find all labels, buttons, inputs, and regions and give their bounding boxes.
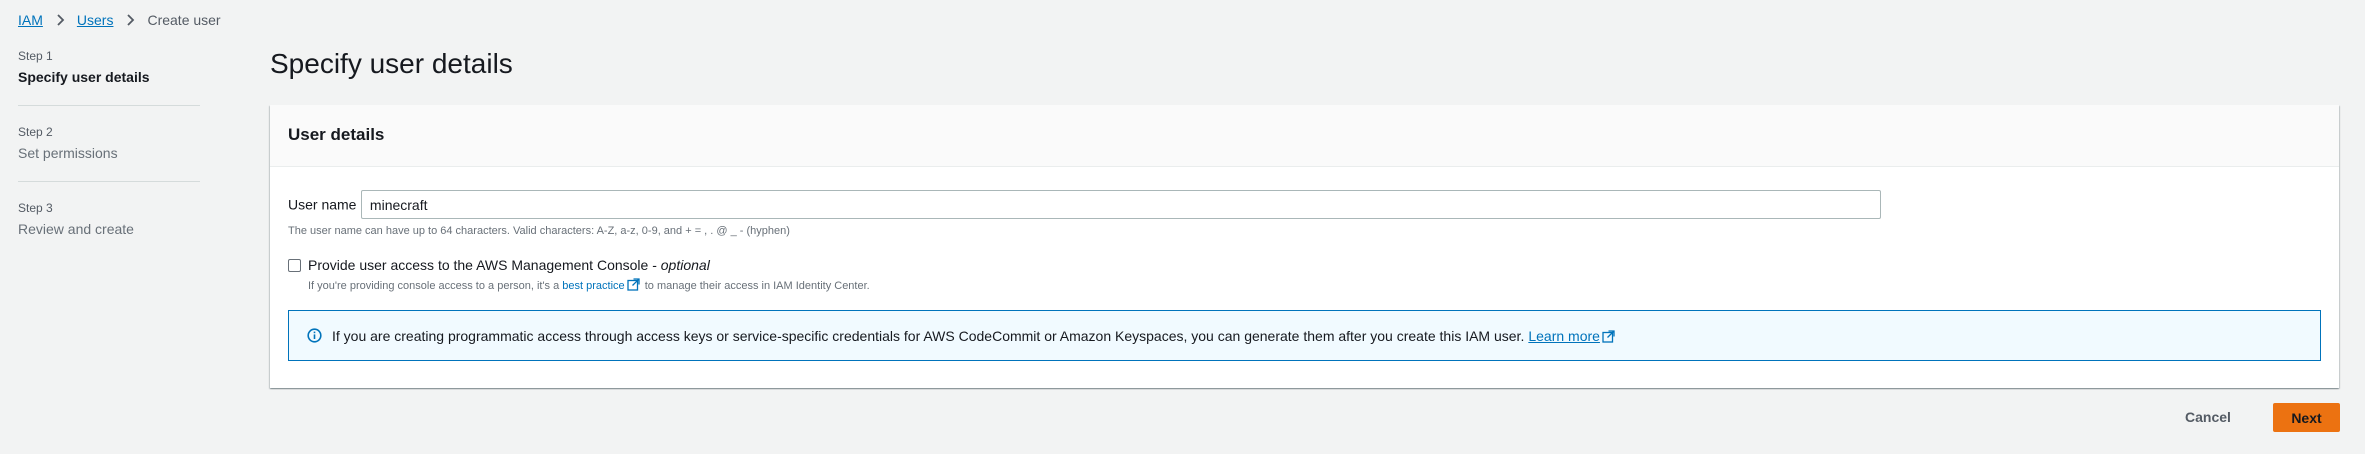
wizard-step-3: Step 3 Review and create: [18, 200, 200, 257]
info-alert-message: If you are creating programmatic access …: [332, 328, 1617, 344]
username-label: User name: [288, 196, 357, 213]
step-title: Review and create: [18, 221, 134, 237]
cancel-button[interactable]: Cancel: [2185, 403, 2231, 431]
panel-body: User name The user name can have up to 6…: [270, 167, 2339, 361]
learn-more-link[interactable]: Learn more: [1528, 328, 1600, 344]
step-title: Specify user details: [18, 69, 150, 85]
step-title: Set permissions: [18, 145, 118, 161]
next-button[interactable]: Next: [2273, 403, 2340, 432]
username-input[interactable]: [360, 190, 1881, 219]
external-link-icon[interactable]: [627, 278, 640, 291]
console-access-text: Provide user access to the AWS Managemen…: [308, 257, 870, 292]
external-link-icon[interactable]: [1602, 329, 1615, 343]
best-practice-link[interactable]: best practice: [562, 280, 624, 292]
wizard-step-1: Step 1 Specify user details: [18, 48, 200, 106]
panel-title: User details: [288, 125, 385, 144]
info-alert-text: If you are creating programmatic access …: [332, 327, 1525, 344]
optional-tag: optional: [660, 257, 710, 273]
panel-header: User details: [270, 105, 2339, 167]
breadcrumb-iam-link[interactable]: IAM: [18, 12, 43, 28]
console-access-label-text: Provide user access to the AWS Managemen…: [308, 257, 661, 273]
info-icon: [307, 328, 322, 343]
page-title: Specify user details: [270, 48, 513, 79]
username-hint: The user name can have up to 64 characte…: [288, 225, 790, 237]
console-access-description: If you're providing console access to a …: [308, 278, 870, 292]
breadcrumb-users-link[interactable]: Users: [77, 12, 114, 28]
console-desc-after: to manage their access in IAM Identity C…: [641, 280, 870, 292]
user-details-panel: User details User name The user name can…: [270, 105, 2339, 388]
step-number: Step 1: [18, 49, 53, 63]
console-access-label[interactable]: Provide user access to the AWS Managemen…: [308, 257, 870, 274]
wizard-step-2: Step 2 Set permissions: [18, 124, 200, 182]
info-alert: If you are creating programmatic access …: [288, 310, 2321, 361]
wizard-steps: Step 1 Specify user details Step 2 Set p…: [18, 48, 200, 275]
chevron-right-icon: [123, 13, 137, 27]
step-number: Step 2: [18, 125, 53, 139]
breadcrumb-current: Create user: [147, 12, 221, 28]
step-number: Step 3: [18, 201, 53, 215]
console-desc-before: If you're providing console access to a …: [308, 280, 563, 292]
console-access-checkbox[interactable]: [288, 259, 301, 272]
chevron-right-icon: [53, 13, 67, 27]
breadcrumb: IAM Users Create user: [18, 12, 221, 28]
console-access-row: Provide user access to the AWS Managemen…: [288, 257, 2321, 292]
